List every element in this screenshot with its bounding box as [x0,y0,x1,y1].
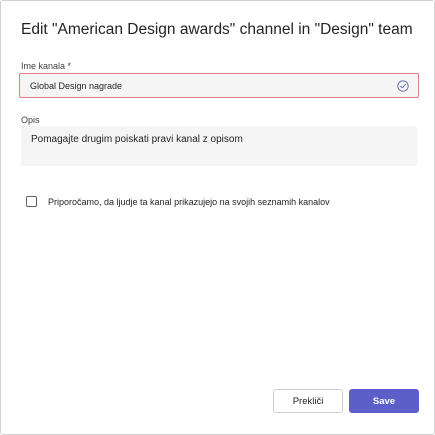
channel-name-field-container [19,73,419,98]
channel-name-label: Ime kanala * [21,61,72,71]
save-button[interactable]: Save [349,389,419,413]
dialog-title: Edit "American Design awards" channel in… [21,21,413,38]
show-channel-checkbox-label: Priporočamo, da ljudje ta kanal prikazuj… [48,196,330,207]
cancel-button[interactable]: Prekliči [273,389,343,413]
edit-channel-dialog: Edit "American Design awards" channel in… [0,0,435,435]
channel-name-input[interactable] [20,74,418,97]
show-channel-checkbox[interactable] [26,196,37,207]
show-channel-option[interactable]: Priporočamo, da ljudje ta kanal prikazuj… [26,196,330,207]
description-textarea[interactable]: Pomagajte drugim poiskati pravi kanal z … [21,126,417,166]
description-label: Opis [21,115,40,125]
description-field-container: Pomagajte drugim poiskati pravi kanal z … [21,126,417,166]
check-circle-icon [397,80,409,92]
